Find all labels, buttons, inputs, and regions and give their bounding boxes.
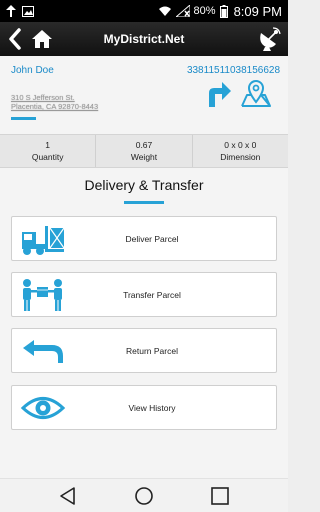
satellite-dish-icon[interactable] bbox=[256, 26, 282, 52]
return-parcel-button[interactable]: Return Parcel bbox=[11, 328, 277, 373]
handoff-icon bbox=[23, 279, 62, 311]
action-bar: MyDistrict.Net bbox=[0, 22, 288, 56]
stat-label: Dimension bbox=[220, 152, 261, 162]
app-title: MyDistrict.Net bbox=[103, 32, 185, 46]
deliver-parcel-button[interactable]: Deliver Parcel bbox=[11, 216, 277, 261]
wifi-icon bbox=[158, 6, 171, 16]
stat-value: 0.67 bbox=[135, 140, 153, 150]
stat-label: Weight bbox=[130, 152, 158, 162]
no-signal-icon bbox=[175, 5, 190, 17]
stat-label: Quantity bbox=[31, 152, 64, 162]
customer-name: John Doe bbox=[11, 65, 54, 76]
system-navigation-bar bbox=[0, 478, 288, 512]
clock: 8:09 PM bbox=[233, 3, 282, 19]
stat-quantity: 1 Quantity bbox=[0, 135, 97, 167]
status-bar: 80% 8:09 PM bbox=[0, 0, 288, 22]
stat-value: 1 bbox=[45, 140, 51, 150]
stat-dimension: 0 x 0 x 0 Dimension bbox=[193, 135, 288, 167]
directions-icon[interactable] bbox=[205, 78, 233, 108]
tracking-number: 33811511038156628 bbox=[186, 65, 280, 76]
nav-recent-apps-icon[interactable] bbox=[210, 486, 230, 506]
view-history-button[interactable]: View History bbox=[11, 385, 277, 430]
nav-back-icon[interactable] bbox=[58, 486, 78, 506]
stat-weight: 0.67 Weight bbox=[96, 135, 193, 167]
image-icon bbox=[22, 5, 34, 17]
parcel-detail-panel: John Doe 33811511038156628 310 S Jeffers… bbox=[0, 56, 288, 478]
battery-percentage: 80% bbox=[193, 5, 216, 17]
notification-icon bbox=[6, 5, 16, 17]
battery-icon bbox=[219, 4, 228, 18]
address-line-2[interactable]: Placentia, CA 92870-8443 bbox=[11, 102, 98, 111]
nav-home-icon[interactable] bbox=[134, 486, 154, 506]
return-arrow-icon bbox=[23, 340, 63, 363]
parcel-stats-bar: 1 Quantity 0.67 Weight 0 x 0 x 0 Dimensi… bbox=[0, 134, 288, 168]
section-title: Delivery & Transfer bbox=[84, 177, 204, 193]
transfer-parcel-button[interactable]: Transfer Parcel bbox=[11, 272, 277, 317]
address-line-1[interactable]: 310 S Jefferson St. bbox=[11, 93, 75, 102]
map-pin-icon[interactable] bbox=[240, 78, 272, 108]
stat-value: 0 x 0 x 0 bbox=[224, 140, 257, 150]
eye-icon bbox=[20, 397, 66, 419]
section-title-underline bbox=[124, 201, 164, 204]
forklift-icon bbox=[22, 226, 65, 255]
address-accent-bar bbox=[11, 117, 36, 120]
